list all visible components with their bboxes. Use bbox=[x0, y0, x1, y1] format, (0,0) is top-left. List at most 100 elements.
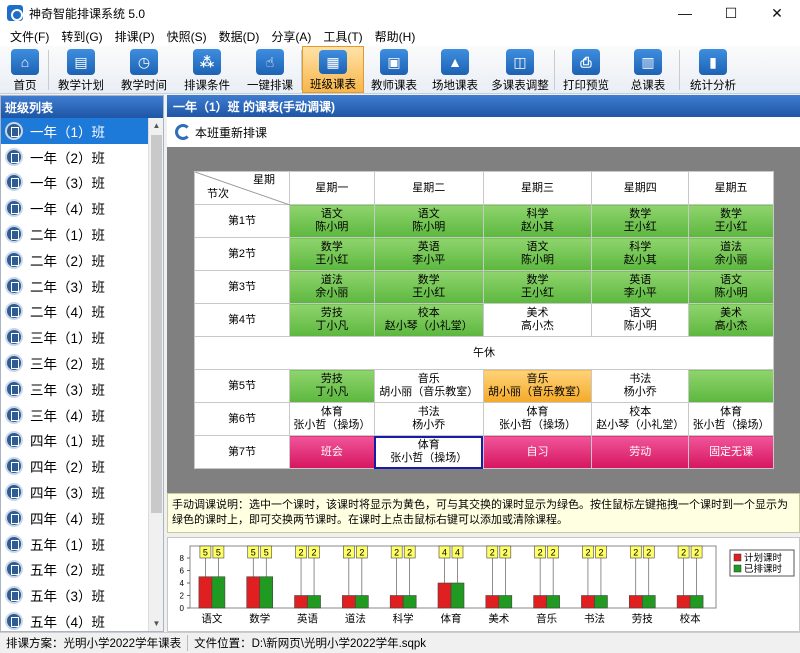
menu-item[interactable]: 帮助(H) bbox=[369, 28, 422, 45]
class-list-item[interactable]: 四年（4）班 bbox=[1, 505, 149, 531]
lesson-cell[interactable]: 语文 陈小明 bbox=[289, 204, 375, 238]
lesson-cell[interactable]: 劳技 丁小凡 bbox=[289, 303, 375, 337]
lesson-cell[interactable]: 体育 张小哲（操场） bbox=[289, 402, 375, 436]
lesson-cell[interactable]: 数学 王小红 bbox=[688, 204, 774, 238]
class-list-item[interactable]: 五年（3）班 bbox=[1, 582, 149, 608]
class-list-item[interactable]: 三年（3）班 bbox=[1, 376, 149, 402]
class-list-item[interactable]: 三年（4）班 bbox=[1, 402, 149, 428]
lesson-teacher: 余小丽 bbox=[315, 287, 349, 299]
lesson-cell[interactable]: 语文 陈小明 bbox=[373, 204, 484, 238]
lesson-cell[interactable]: 音乐 胡小丽（音乐教室） bbox=[373, 369, 484, 403]
menu-item[interactable]: 快照(S) bbox=[161, 28, 213, 45]
class-list-item[interactable]: 二年（3）班 bbox=[1, 273, 149, 299]
menu-item[interactable]: 文件(F) bbox=[4, 28, 55, 45]
data-label: 2 bbox=[538, 548, 543, 558]
lesson-cell[interactable]: 体育 张小哲（操场） bbox=[373, 435, 484, 469]
lesson-cell[interactable]: 书法 杨小乔 bbox=[373, 402, 484, 436]
toolbar-button-5[interactable]: ▦ 班级课表 bbox=[302, 46, 364, 93]
menu-item[interactable]: 转到(G) bbox=[55, 28, 108, 45]
lesson-cell[interactable]: 英语 李小平 bbox=[373, 237, 484, 271]
lesson-cell[interactable]: 美术 高小杰 bbox=[482, 303, 593, 337]
toolbar-button-8[interactable]: ◫ 多课表调整 bbox=[486, 46, 554, 93]
lesson-cell[interactable]: 美术 高小杰 bbox=[688, 303, 774, 337]
class-list-item[interactable]: 二年（2）班 bbox=[1, 247, 149, 273]
toolbar-button-10[interactable]: ▥ 总课表 bbox=[617, 46, 679, 93]
y-tick-label: 0 bbox=[180, 604, 185, 613]
lesson-cell[interactable]: 体育 张小哲（操场） bbox=[482, 402, 593, 436]
class-list-item[interactable]: 四年（2）班 bbox=[1, 453, 149, 479]
scroll-down-icon[interactable]: ▼ bbox=[149, 616, 164, 631]
lesson-cell[interactable]: 语文 陈小明 bbox=[482, 237, 593, 271]
lesson-subject: 语文 bbox=[417, 208, 440, 220]
class-icon bbox=[5, 199, 23, 218]
lesson-cell[interactable]: 校本 赵小琴（小礼堂） bbox=[373, 303, 484, 337]
class-list-item[interactable]: 四年（1）班 bbox=[1, 428, 149, 454]
lesson-cell[interactable]: 数学 王小红 bbox=[482, 270, 593, 304]
lesson-cell[interactable]: 语文 陈小明 bbox=[591, 303, 690, 337]
lesson-cell[interactable]: 数学 王小红 bbox=[289, 237, 375, 271]
minimize-button[interactable]: — bbox=[662, 0, 708, 26]
class-list-item[interactable]: 一年（3）班 bbox=[1, 170, 149, 196]
lesson-cell[interactable]: 科学 赵小其 bbox=[482, 204, 593, 238]
toolbar-label: 教师课表 bbox=[371, 80, 417, 92]
menu-item[interactable]: 分享(A) bbox=[265, 28, 317, 45]
day-header: 星期二 bbox=[373, 171, 484, 205]
rearrange-class-button[interactable]: 本班重新排课 bbox=[195, 124, 267, 141]
lesson-cell[interactable]: 道法 余小丽 bbox=[688, 237, 774, 271]
toolbar-button-6[interactable]: ▣ 教师课表 bbox=[364, 46, 424, 93]
close-button[interactable]: ✕ bbox=[754, 0, 800, 26]
class-list-item[interactable]: 五年（4）班 bbox=[1, 608, 149, 631]
menu-item[interactable]: 数据(D) bbox=[213, 28, 266, 45]
lesson-teacher: 张小哲（操场） bbox=[390, 452, 468, 464]
toolbar-button-3[interactable]: ⁂ 排课条件 bbox=[175, 46, 239, 93]
scroll-up-icon[interactable]: ▲ bbox=[149, 118, 164, 133]
maximize-button[interactable]: ☐ bbox=[708, 0, 754, 26]
lesson-cell[interactable]: 体育 张小哲（操场） bbox=[688, 402, 774, 436]
lesson-cell[interactable]: 校本 赵小琴（小礼堂） bbox=[591, 402, 690, 436]
lesson-cell[interactable]: 科学 赵小其 bbox=[591, 237, 690, 271]
class-list-item[interactable]: 五年（2）班 bbox=[1, 557, 149, 583]
lesson-cell[interactable] bbox=[688, 369, 774, 403]
lesson-cell[interactable]: 书法 杨小乔 bbox=[591, 369, 690, 403]
class-list-item[interactable]: 五年（1）班 bbox=[1, 531, 149, 557]
toolbar-button-9[interactable]: ⎙ 打印预览 bbox=[555, 46, 617, 93]
corner-weekday-label: 星期 bbox=[253, 174, 275, 186]
class-list-item[interactable]: 一年（2）班 bbox=[1, 144, 149, 170]
toolbar-label: 班级课表 bbox=[310, 79, 356, 91]
scroll-thumb[interactable] bbox=[151, 135, 162, 513]
class-list-item[interactable]: 一年（1）班 bbox=[1, 118, 149, 144]
lesson-cell[interactable]: 音乐 胡小丽（音乐教室） bbox=[482, 369, 593, 403]
lesson-cell[interactable]: 数学 王小红 bbox=[373, 270, 484, 304]
lesson-cell[interactable]: 劳动 bbox=[591, 435, 690, 469]
class-list-scrollbar[interactable]: ▲ ▼ bbox=[148, 118, 163, 631]
lesson-cell[interactable]: 英语 李小平 bbox=[591, 270, 690, 304]
lesson-cell[interactable]: 固定无课 bbox=[688, 435, 774, 469]
toolbar-button-2[interactable]: ◷ 教学时间 bbox=[113, 46, 175, 93]
class-list-item[interactable]: 一年（4）班 bbox=[1, 195, 149, 221]
toolbar-button-11[interactable]: ▮ 统计分析 bbox=[680, 46, 746, 93]
menu-item[interactable]: 工具(T) bbox=[317, 28, 368, 45]
lesson-cell[interactable]: 班会 bbox=[289, 435, 375, 469]
toolbar-button-4[interactable]: ☝ 一键排课 bbox=[239, 46, 301, 93]
class-list-item[interactable]: 三年（1）班 bbox=[1, 324, 149, 350]
lesson-cell[interactable]: 数学 王小红 bbox=[591, 204, 690, 238]
period-label: 第1节 bbox=[194, 204, 290, 238]
lesson-cell[interactable]: 道法 余小丽 bbox=[289, 270, 375, 304]
planned-bar bbox=[676, 595, 691, 609]
lesson-subject: 科学 bbox=[629, 241, 652, 253]
x-category-label: 数学 bbox=[249, 612, 270, 625]
lesson-cell[interactable]: 自习 bbox=[482, 435, 593, 469]
toolbar-button-0[interactable]: ⌂ 首页 bbox=[2, 46, 48, 93]
class-list-item[interactable]: 二年（4）班 bbox=[1, 299, 149, 325]
refresh-icon[interactable] bbox=[175, 124, 191, 140]
lesson-cell[interactable]: 劳技 丁小凡 bbox=[289, 369, 375, 403]
scheduled-bar bbox=[450, 582, 465, 609]
class-list-item[interactable]: 二年（1）班 bbox=[1, 221, 149, 247]
class-list-item[interactable]: 三年（2）班 bbox=[1, 350, 149, 376]
class-list-item[interactable]: 四年（3）班 bbox=[1, 479, 149, 505]
lesson-cell[interactable]: 语文 陈小明 bbox=[688, 270, 774, 304]
toolbar-button-7[interactable]: ▲ 场地课表 bbox=[424, 46, 486, 93]
toolbar-button-1[interactable]: ▤ 教学计划 bbox=[49, 46, 113, 93]
menu-item[interactable]: 排课(P) bbox=[109, 28, 161, 45]
lesson-teacher: 王小红 bbox=[412, 287, 446, 299]
